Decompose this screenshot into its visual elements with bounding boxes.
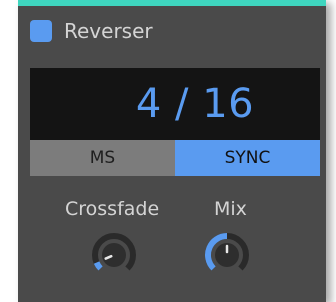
device-title: Reverser [64,19,153,43]
device-header: Reverser [30,18,153,44]
crossfade-label: Crossfade [65,198,160,220]
crossfade-knob[interactable] [91,232,137,278]
crossfade-knob-body [102,243,126,267]
accent-bar [18,0,326,6]
reverser-device: Reverser 4 / 16 MS SYNC Crossfade Mix [18,0,326,302]
mode-selector: MS SYNC [30,140,320,176]
crossfade-knob-fill [93,261,103,271]
mix-label: Mix [214,198,247,220]
mix-knob[interactable] [204,232,250,278]
mode-ms-button[interactable]: MS [30,140,175,176]
device-enable-toggle[interactable] [30,20,52,42]
time-display[interactable]: 4 / 16 [30,68,320,140]
time-display-value: 4 / 16 [135,81,255,127]
mode-sync-button[interactable]: SYNC [175,140,320,176]
